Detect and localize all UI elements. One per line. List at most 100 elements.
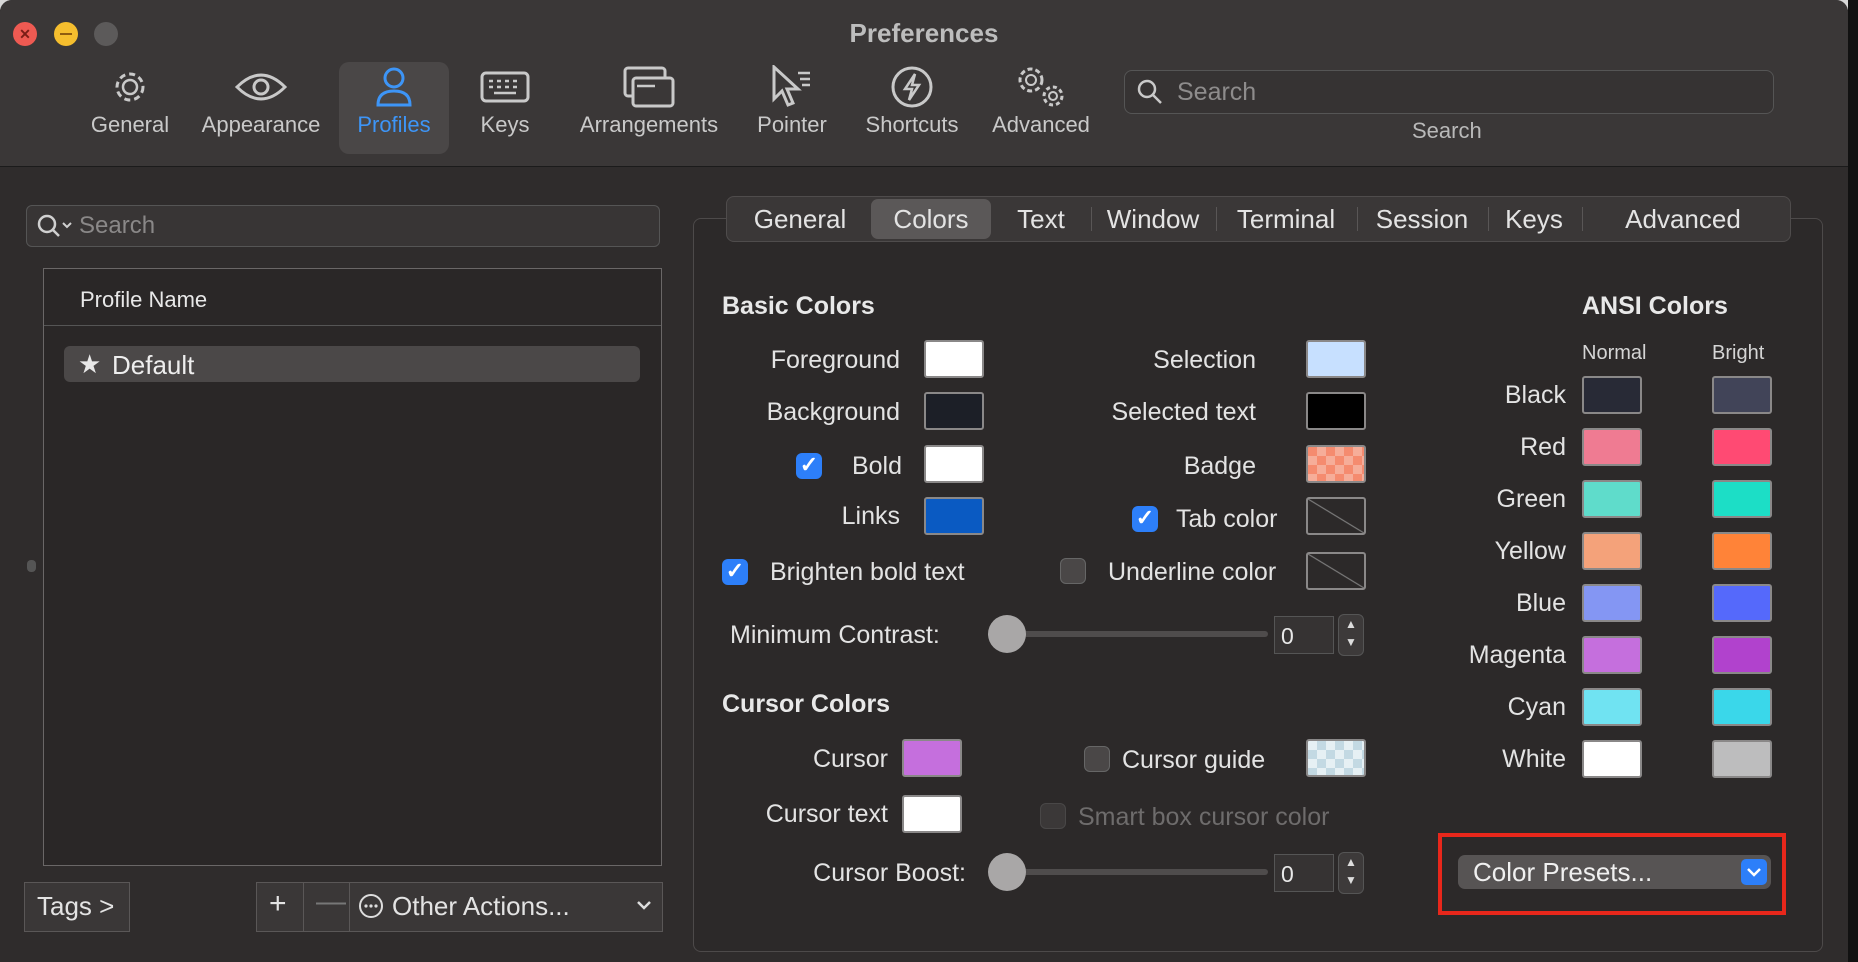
cursor-boost-label: Cursor Boost: — [813, 859, 966, 887]
badge-swatch[interactable] — [1306, 445, 1366, 483]
search-placeholder: Search — [1177, 78, 1257, 106]
cursor-swatch[interactable] — [902, 739, 962, 777]
desktop-edge — [1848, 0, 1858, 962]
profile-search-input[interactable]: Search — [26, 205, 660, 247]
tab-divider — [1488, 207, 1489, 231]
links-label: Links — [841, 502, 900, 530]
toolbar-advanced[interactable]: Advanced — [988, 62, 1094, 154]
ansi-normal-swatch-black[interactable] — [1582, 376, 1642, 414]
tab-color-checkbox[interactable] — [1132, 505, 1158, 532]
ansi-normal-swatch-white[interactable] — [1582, 740, 1642, 778]
profile-name: Default — [112, 350, 195, 380]
tab-window[interactable]: Window — [1097, 197, 1209, 241]
search-menu-icon — [37, 214, 72, 237]
background-swatch[interactable] — [924, 392, 984, 430]
tab-color-swatch[interactable] — [1306, 497, 1366, 535]
selection-swatch[interactable] — [1306, 340, 1366, 378]
toolbar-appearance[interactable]: Appearance — [196, 62, 326, 154]
min-contrast-label: Minimum Contrast: — [730, 621, 940, 649]
ansi-bright-swatch-blue[interactable] — [1712, 584, 1772, 622]
brighten-bold-checkbox[interactable] — [722, 558, 748, 585]
min-contrast-value: 0 — [1281, 623, 1294, 649]
tab-session[interactable]: Session — [1363, 197, 1481, 241]
stepper-down-icon[interactable]: ▼ — [1339, 873, 1363, 887]
tags-button[interactable]: Tags > — [24, 882, 130, 932]
person-icon — [376, 67, 412, 107]
toolbar-shortcuts[interactable]: Shortcuts — [860, 62, 964, 154]
ansi-normal-swatch-yellow[interactable] — [1582, 532, 1642, 570]
remove-profile-button[interactable]: — — [303, 882, 351, 932]
tab-advanced[interactable]: Advanced — [1588, 197, 1778, 241]
ansi-label-green: Green — [1496, 485, 1566, 513]
search-label: Search — [1412, 118, 1482, 143]
ansi-normal-swatch-cyan[interactable] — [1582, 688, 1642, 726]
toolbar-arrangements[interactable]: Arrangements — [570, 62, 728, 154]
selected-text-swatch[interactable] — [1306, 392, 1366, 430]
ansi-bright-swatch-yellow[interactable] — [1712, 532, 1772, 570]
badge-label: Badge — [1183, 452, 1256, 480]
smart-box-label: Smart box cursor color — [1078, 803, 1330, 831]
toolbar-general[interactable]: General — [84, 62, 176, 154]
tab-keys[interactable]: Keys — [1494, 197, 1574, 241]
bold-checkbox[interactable] — [796, 452, 822, 479]
tab-terminal[interactable]: Terminal — [1222, 197, 1350, 241]
star-icon: ★ — [78, 349, 102, 379]
profile-row[interactable]: ★ Default — [64, 346, 640, 382]
smart-box-checkbox[interactable] — [1040, 803, 1066, 829]
ansi-normal-swatch-blue[interactable] — [1582, 584, 1642, 622]
toolbar-label: Profiles — [357, 112, 431, 137]
toolbar-label: Advanced — [992, 112, 1090, 137]
tab-colors[interactable]: Colors — [871, 199, 991, 239]
other-actions-button[interactable]: Other Actions... — [349, 882, 663, 932]
brighten-bold-label: Brighten bold text — [770, 558, 965, 586]
underline-color-swatch[interactable] — [1306, 552, 1366, 590]
min-contrast-track[interactable] — [1000, 631, 1268, 637]
ansi-normal-swatch-green[interactable] — [1582, 480, 1642, 518]
cursor-guide-swatch[interactable] — [1306, 739, 1366, 777]
profile-list-header[interactable]: Profile Name — [44, 269, 661, 326]
ansi-bright-swatch-magenta[interactable] — [1712, 636, 1772, 674]
ansi-bright-swatch-red[interactable] — [1712, 428, 1772, 466]
stepper-up-icon[interactable]: ▲ — [1339, 617, 1363, 631]
foreground-swatch[interactable] — [924, 340, 984, 378]
links-swatch[interactable] — [924, 497, 984, 535]
toolbar-search-input[interactable]: Search — [1124, 70, 1774, 114]
toolbar-label: Keys — [480, 112, 530, 137]
cursor-text-swatch[interactable] — [902, 795, 962, 833]
min-contrast-stepper[interactable]: ▲ ▼ — [1338, 614, 1364, 656]
cursor-boost-track[interactable] — [1000, 869, 1268, 875]
min-contrast-field[interactable]: 0 — [1274, 616, 1334, 654]
highlight-box — [1438, 833, 1786, 915]
toolbar-profiles[interactable]: Profiles — [339, 62, 449, 154]
min-contrast-knob[interactable] — [988, 615, 1026, 653]
tab-general[interactable]: General — [737, 197, 863, 241]
underline-color-checkbox[interactable] — [1060, 558, 1086, 584]
toolbar-keys[interactable]: Keys — [470, 62, 540, 154]
cursor-boost-field[interactable]: 0 — [1274, 854, 1334, 892]
ansi-normal-swatch-magenta[interactable] — [1582, 636, 1642, 674]
tab-text[interactable]: Text — [999, 197, 1083, 241]
cursor-boost-stepper[interactable]: ▲ ▼ — [1338, 852, 1364, 894]
ansi-bright-swatch-white[interactable] — [1712, 740, 1772, 778]
add-profile-button[interactable]: + — [256, 882, 304, 932]
column-header: Profile Name — [80, 287, 208, 312]
split-handle[interactable] — [27, 560, 36, 572]
toolbar-pointer[interactable]: Pointer — [752, 62, 832, 154]
tab-divider — [1091, 207, 1092, 231]
stepper-down-icon[interactable]: ▼ — [1339, 635, 1363, 649]
ansi-label-red: Red — [1520, 433, 1566, 461]
cursor-text-label: Cursor text — [765, 800, 888, 828]
search-placeholder: Search — [79, 212, 156, 239]
ansi-bright-swatch-black[interactable] — [1712, 376, 1772, 414]
cursor-guide-checkbox[interactable] — [1084, 746, 1110, 772]
stepper-up-icon[interactable]: ▲ — [1339, 855, 1363, 869]
tab-divider — [1216, 207, 1217, 231]
ansi-bright-swatch-cyan[interactable] — [1712, 688, 1772, 726]
ansi-bright-swatch-green[interactable] — [1712, 480, 1772, 518]
cursor-colors-title: Cursor Colors — [722, 690, 891, 718]
cursor-boost-knob[interactable] — [988, 853, 1026, 891]
tab-divider — [1357, 207, 1358, 231]
bold-swatch[interactable] — [924, 445, 984, 483]
tab-color-label: Tab color — [1176, 505, 1278, 533]
ansi-normal-swatch-red[interactable] — [1582, 428, 1642, 466]
